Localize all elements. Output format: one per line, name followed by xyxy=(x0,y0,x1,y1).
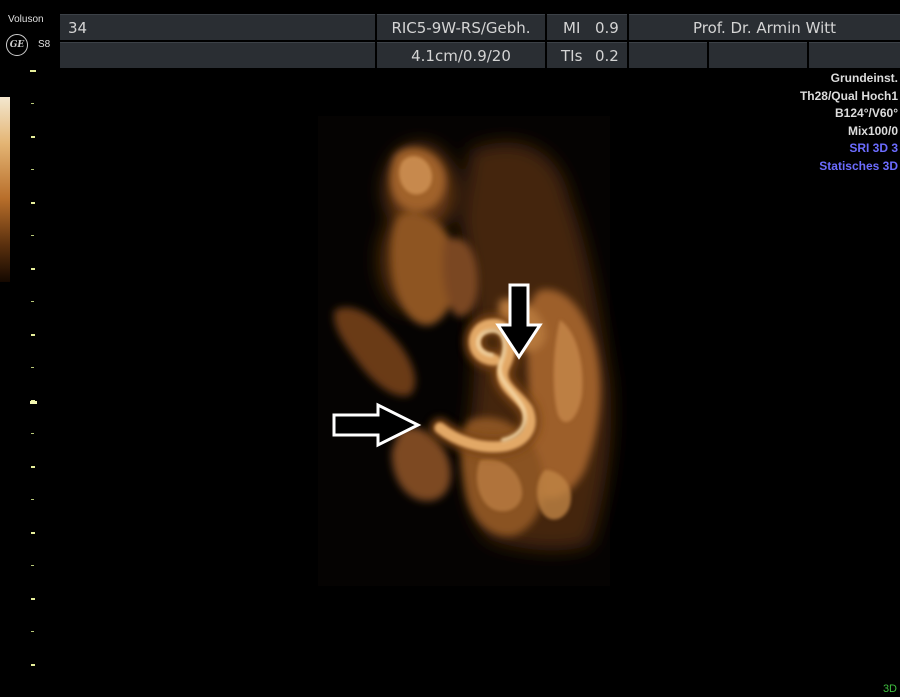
depth-tick xyxy=(31,466,35,468)
depth-top-marker xyxy=(30,70,36,72)
depth-tick xyxy=(31,103,34,104)
depth-tick xyxy=(31,532,35,534)
depth-tick xyxy=(31,334,35,336)
depth-tick xyxy=(31,631,34,632)
ultrasound-3d-render xyxy=(318,116,612,586)
gray-scale-bar xyxy=(0,97,10,282)
info-line: Mix100/0 xyxy=(847,123,898,138)
info-line: B124°/V60° xyxy=(835,106,898,120)
depth-tick xyxy=(31,565,34,566)
settings-info-panel: Grundeinst. Th28/Qual Hoch1 B124°/V60° M… xyxy=(800,70,898,175)
depth-tick xyxy=(31,136,35,138)
depth-tick xyxy=(31,235,34,236)
depth-tick xyxy=(31,499,34,500)
depth-tick xyxy=(31,433,34,434)
info-line: Statisches 3D xyxy=(819,158,898,173)
info-line: Th28/Qual Hoch1 xyxy=(799,88,898,103)
focus-marker xyxy=(30,401,37,404)
depth-tick xyxy=(31,169,34,170)
depth-tick xyxy=(31,367,34,368)
depth-tick xyxy=(31,268,35,270)
info-line: Grundeinst. xyxy=(830,71,898,85)
info-line: SRI 3D 3 xyxy=(849,141,898,155)
depth-tick xyxy=(31,202,35,204)
depth-tick xyxy=(31,598,35,600)
mode-indicator: 3D xyxy=(882,683,897,695)
depth-tick xyxy=(31,301,34,302)
depth-tick xyxy=(31,664,35,666)
